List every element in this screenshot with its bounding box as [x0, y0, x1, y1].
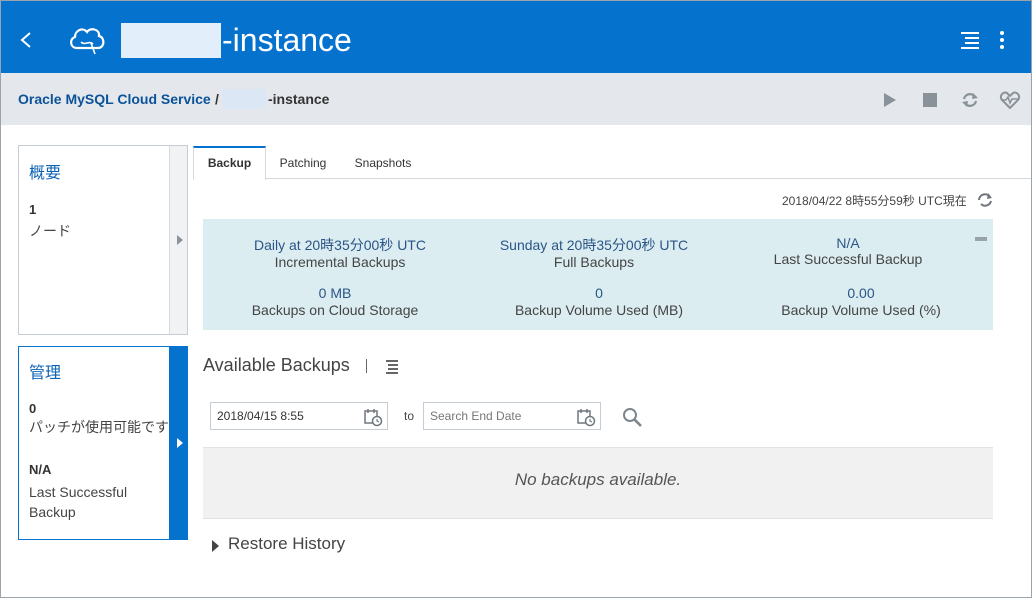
last-backup-label: Last Successful Backup: [773, 251, 923, 267]
breadcrumb-current: -instance: [268, 91, 330, 107]
restore-history-label: Restore History: [228, 534, 346, 553]
redacted-name-mask: [222, 89, 266, 109]
full-schedule: Sunday at 20時35分00秒 UTC: [499, 237, 689, 253]
volume-mb-value: 0: [595, 285, 603, 301]
breadcrumb-service-link[interactable]: Oracle MySQL Cloud Service: [18, 91, 211, 107]
node-count: 1: [29, 202, 37, 217]
empty-message: No backups available.: [514, 470, 682, 489]
backup-summary-panel: Daily at 20時35分00秒 UTC Incremental Backu…: [203, 219, 993, 330]
breadcrumb: Oracle MySQL Cloud Service / -instance: [1, 73, 1031, 125]
refresh-icon[interactable]: [976, 191, 994, 209]
list-menu-icon[interactable]: [959, 31, 981, 49]
tab-patching[interactable]: Patching: [271, 146, 335, 179]
redacted-name-mask: [121, 23, 221, 58]
patch-label: パッチが使用可能です: [29, 419, 169, 435]
last-backup-value: N/A: [836, 235, 860, 251]
chevron-right-icon: [177, 438, 183, 448]
volume-pct-label: Backup Volume Used (%): [781, 302, 941, 318]
overview-card[interactable]: 概要 1 ノード: [18, 145, 188, 335]
stop-icon[interactable]: [919, 89, 941, 111]
volume-pct-value: 0.00: [847, 285, 875, 301]
tab-backup[interactable]: Backup: [193, 146, 266, 180]
overview-card-title: 概要: [29, 165, 62, 182]
admin-card-title: 管理: [29, 365, 62, 382]
admin-card[interactable]: 管理 0 パッチが使用可能です N/A Last Successful Back…: [18, 346, 188, 540]
incremental-label: Incremental Backups: [274, 254, 406, 270]
backups-table-empty: No backups available.: [203, 447, 993, 519]
calendar-icon[interactable]: [576, 407, 596, 427]
more-vertical-icon[interactable]: [995, 29, 1009, 51]
incremental-schedule: Daily at 20時35分00秒 UTC: [254, 237, 426, 253]
patch-count: 0: [29, 401, 37, 416]
cloud-icon: [70, 28, 105, 55]
breadcrumb-separator: /: [215, 91, 219, 107]
admin-card-expander[interactable]: [169, 347, 187, 539]
divider: [366, 359, 367, 373]
volume-mb-label: Backup Volume Used (MB): [514, 302, 684, 318]
available-backups-title: Available Backups: [203, 355, 350, 375]
start-date-value: 2018/04/15 8:55: [217, 409, 304, 423]
search-icon[interactable]: [621, 406, 643, 428]
header-bar: -instance: [1, 1, 1031, 73]
date-range-to-label: to: [404, 409, 415, 423]
calendar-icon[interactable]: [363, 407, 383, 427]
backup-status-value: N/A: [29, 462, 52, 477]
tab-snapshots[interactable]: Snapshots: [347, 146, 419, 179]
chevron-right-icon: [177, 235, 183, 245]
storage-label: Backups on Cloud Storage: [251, 302, 419, 318]
chevron-left-icon[interactable]: [13, 27, 39, 53]
collapse-icon[interactable]: [975, 237, 987, 241]
as-of-timestamp: 2018/04/22 8時55分59秒 UTC現在: [782, 194, 967, 208]
full-label: Full Backups: [553, 254, 635, 270]
expand-arrow-icon: [212, 540, 219, 552]
node-label: ノード: [29, 223, 71, 239]
end-date-placeholder: Search End Date: [430, 409, 522, 423]
overview-card-expander[interactable]: [169, 146, 187, 334]
page-title: -instance: [222, 22, 352, 58]
app-window: -instance Oracle MySQL Cloud Service / -…: [0, 0, 1032, 598]
tab-bar: Backup Patching Snapshots: [193, 146, 1031, 180]
list-view-icon[interactable]: [384, 359, 400, 375]
backup-status-label: Last Successful Backup: [29, 484, 128, 520]
play-icon[interactable]: [878, 89, 900, 111]
end-date-field[interactable]: Search End Date: [423, 402, 601, 430]
start-date-field[interactable]: 2018/04/15 8:55: [210, 402, 388, 430]
heartbeat-icon[interactable]: [999, 89, 1021, 111]
storage-value: 0 MB: [318, 285, 352, 301]
restart-icon[interactable]: [959, 89, 981, 111]
